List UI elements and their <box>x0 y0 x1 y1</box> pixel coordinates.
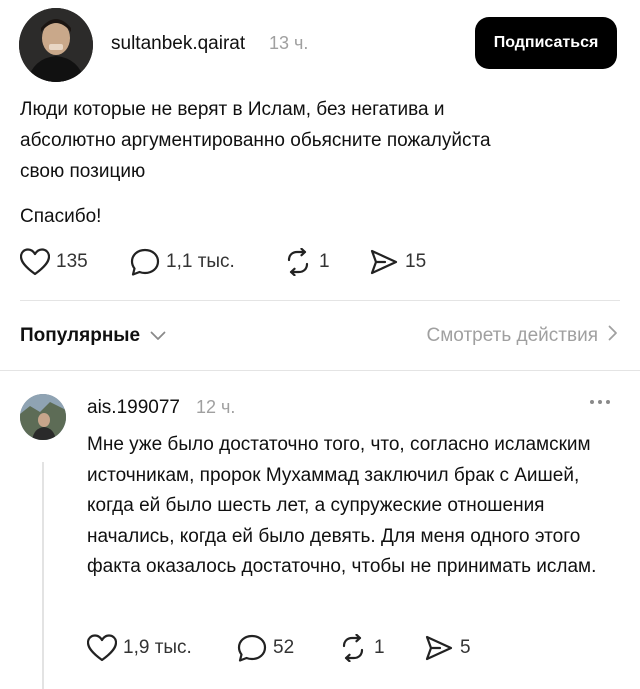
chevron-right-icon <box>608 325 618 347</box>
speech-bubble-icon <box>237 634 267 662</box>
post-comment-count: 1,1 тыс. <box>166 251 235 272</box>
post-text-line: Люди которые не верят в Ислам, без негат… <box>20 99 445 120</box>
post-text-line: абсолютно аргументированно обьясните пож… <box>20 130 491 151</box>
send-icon <box>424 634 454 662</box>
thread-line <box>42 462 44 689</box>
post-like-button[interactable]: 135 <box>20 248 130 276</box>
heart-icon <box>20 248 50 276</box>
speech-bubble-icon <box>130 248 160 276</box>
heart-icon <box>87 634 117 662</box>
post-text-line: свою позицию <box>20 161 146 182</box>
post-actions: 135 1,1 тыс. 1 15 <box>20 248 426 276</box>
view-activity-link[interactable]: Смотреть действия <box>427 325 618 347</box>
post-author-username[interactable]: sultanbek.qairat <box>111 33 245 55</box>
sort-label: Популярные <box>20 325 141 346</box>
reply-repost-button[interactable]: 1 <box>338 634 424 662</box>
post-share-count: 15 <box>405 251 427 272</box>
reply-share-button[interactable]: 5 <box>424 634 471 662</box>
post-repost-count: 1 <box>319 251 330 272</box>
reply-share-count: 5 <box>460 637 471 658</box>
sort-dropdown[interactable]: Популярные <box>20 325 166 347</box>
view-activity-label: Смотреть действия <box>426 325 598 346</box>
post-like-count: 135 <box>56 251 88 272</box>
repost-icon <box>338 634 368 662</box>
reply-author-username[interactable]: ais.199077 <box>87 397 180 419</box>
repost-icon <box>283 248 313 276</box>
divider <box>20 300 620 301</box>
post-comment-button[interactable]: 1,1 тыс. <box>130 248 283 276</box>
reply-author-avatar[interactable] <box>20 394 66 440</box>
reply-actions: 1,9 тыс. 52 1 5 <box>87 634 471 662</box>
post-text-line: Спасибо! <box>20 206 102 227</box>
send-icon <box>369 248 399 276</box>
post-body: Люди которые не верят в Ислам, без негат… <box>20 94 580 232</box>
post-share-button[interactable]: 15 <box>369 248 426 276</box>
reply-timestamp: 12 ч. <box>196 397 236 417</box>
post-timestamp: 13 ч. <box>269 33 309 53</box>
chevron-down-icon <box>150 325 166 347</box>
follow-button[interactable]: Подписаться <box>475 17 617 69</box>
reply-like-count: 1,9 тыс. <box>123 637 192 658</box>
more-dots-icon[interactable] <box>590 400 610 404</box>
post-author-avatar[interactable] <box>19 8 93 82</box>
reply-repost-count: 1 <box>374 637 385 658</box>
reply-comment-count: 52 <box>273 637 295 658</box>
reply-comment-button[interactable]: 52 <box>237 634 338 662</box>
divider <box>0 370 640 371</box>
reply-body: Мне уже было достаточно того, что, согла… <box>87 434 597 577</box>
reply-like-button[interactable]: 1,9 тыс. <box>87 634 237 662</box>
post-repost-button[interactable]: 1 <box>283 248 369 276</box>
